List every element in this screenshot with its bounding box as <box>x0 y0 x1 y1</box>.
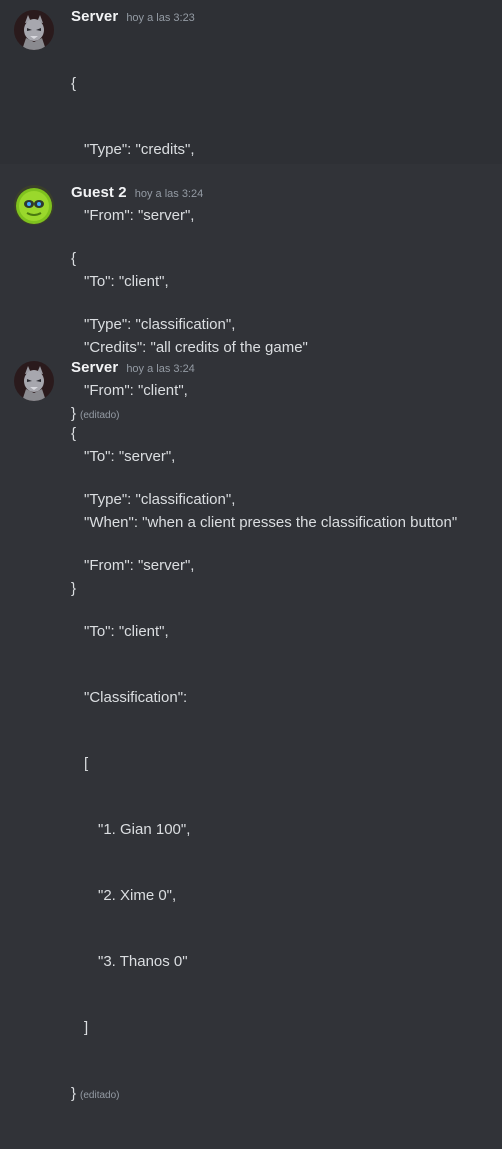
code-line: "Type": "credits", <box>84 141 195 158</box>
code-line: "From": "server", <box>84 557 195 574</box>
code-line: { <box>71 425 77 442</box>
code-line: "Type": "classification", <box>84 491 236 508</box>
code-line: { <box>71 250 77 267</box>
timestamp[interactable]: hoy a las 3:24 <box>126 363 195 375</box>
server-avatar-icon[interactable] <box>14 10 54 50</box>
message[interactable]: Guest 2 hoy a las 3:24 { "Type": "classi… <box>0 164 502 597</box>
username[interactable]: Server <box>71 359 118 376</box>
code-line: "3. Thanos 0" <box>98 953 188 970</box>
code-line: "To": "client", <box>84 623 169 640</box>
code-line: "Type": "classification", <box>84 316 236 333</box>
code-line: "Classification": <box>84 689 188 706</box>
code-line: ] <box>84 1019 89 1036</box>
timestamp[interactable]: hoy a las 3:24 <box>135 188 204 200</box>
code-line: } (editado) <box>71 1083 235 1105</box>
code-line: "2. Xime 0", <box>98 887 177 904</box>
code-line: "1. Gian 100", <box>98 821 191 838</box>
code-line: [ <box>84 755 89 772</box>
username[interactable]: Server <box>71 8 118 25</box>
code-line: { <box>71 75 77 92</box>
timestamp[interactable]: hoy a las 3:23 <box>126 12 195 24</box>
message[interactable]: Server hoy a las 3:24 { "Type": "classif… <box>0 340 502 1102</box>
code-line-text: } <box>71 1085 77 1102</box>
edited-label: (editado) <box>80 1090 120 1101</box>
guest-avatar-icon[interactable] <box>14 185 54 225</box>
server-avatar-icon[interactable] <box>14 361 54 401</box>
message-content: { "Type": "classification", "From": "ser… <box>71 379 235 1149</box>
username[interactable]: Guest 2 <box>71 184 127 201</box>
message[interactable]: Server hoy a las 3:23 { "Type": "credits… <box>0 0 502 422</box>
